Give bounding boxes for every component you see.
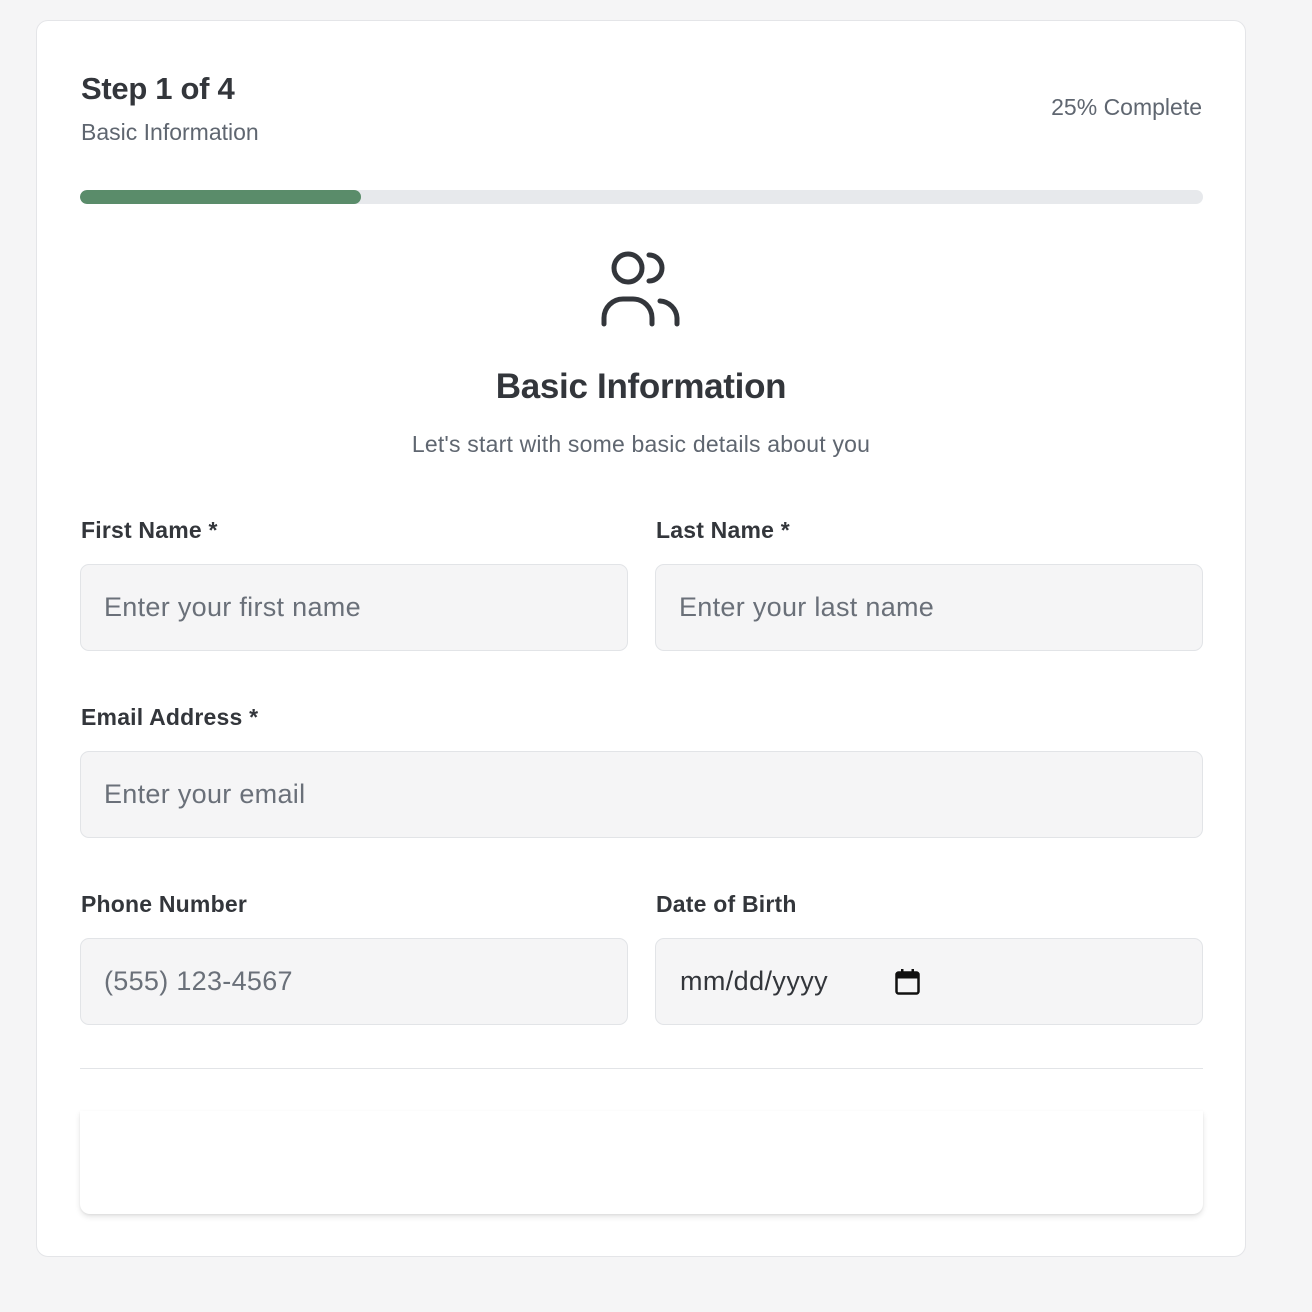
progress-percent: 25% Complete: [1051, 94, 1202, 120]
email-input[interactable]: [80, 751, 1203, 838]
footer-actions-panel: [80, 1111, 1203, 1214]
step-indicator: Step 1 of 4: [81, 71, 235, 106]
signup-card: Step 1 of 4 Basic Information 25% Comple…: [36, 20, 1246, 1257]
phone-input[interactable]: [80, 938, 628, 1025]
section-description: Let's start with some basic details abou…: [411, 431, 871, 457]
last-name-label: Last Name *: [656, 517, 790, 543]
first-name-input[interactable]: [80, 564, 628, 651]
first-name-label: First Name *: [81, 517, 218, 543]
phone-label: Phone Number: [81, 891, 247, 917]
step-subtitle: Basic Information: [81, 119, 259, 145]
section-title: Basic Information: [495, 367, 787, 406]
progress-bar-fill: [80, 190, 361, 204]
progress-bar: [80, 190, 1203, 204]
dob-label: Date of Birth: [656, 891, 797, 917]
calendar-icon[interactable]: [895, 969, 920, 995]
dob-input[interactable]: mm/dd/yyyy: [655, 938, 1203, 1025]
last-name-input[interactable]: [655, 564, 1203, 651]
divider: [80, 1068, 1203, 1069]
email-label: Email Address *: [81, 704, 259, 730]
dob-placeholder: mm/dd/yyyy: [680, 966, 829, 996]
users-icon: [601, 251, 680, 327]
